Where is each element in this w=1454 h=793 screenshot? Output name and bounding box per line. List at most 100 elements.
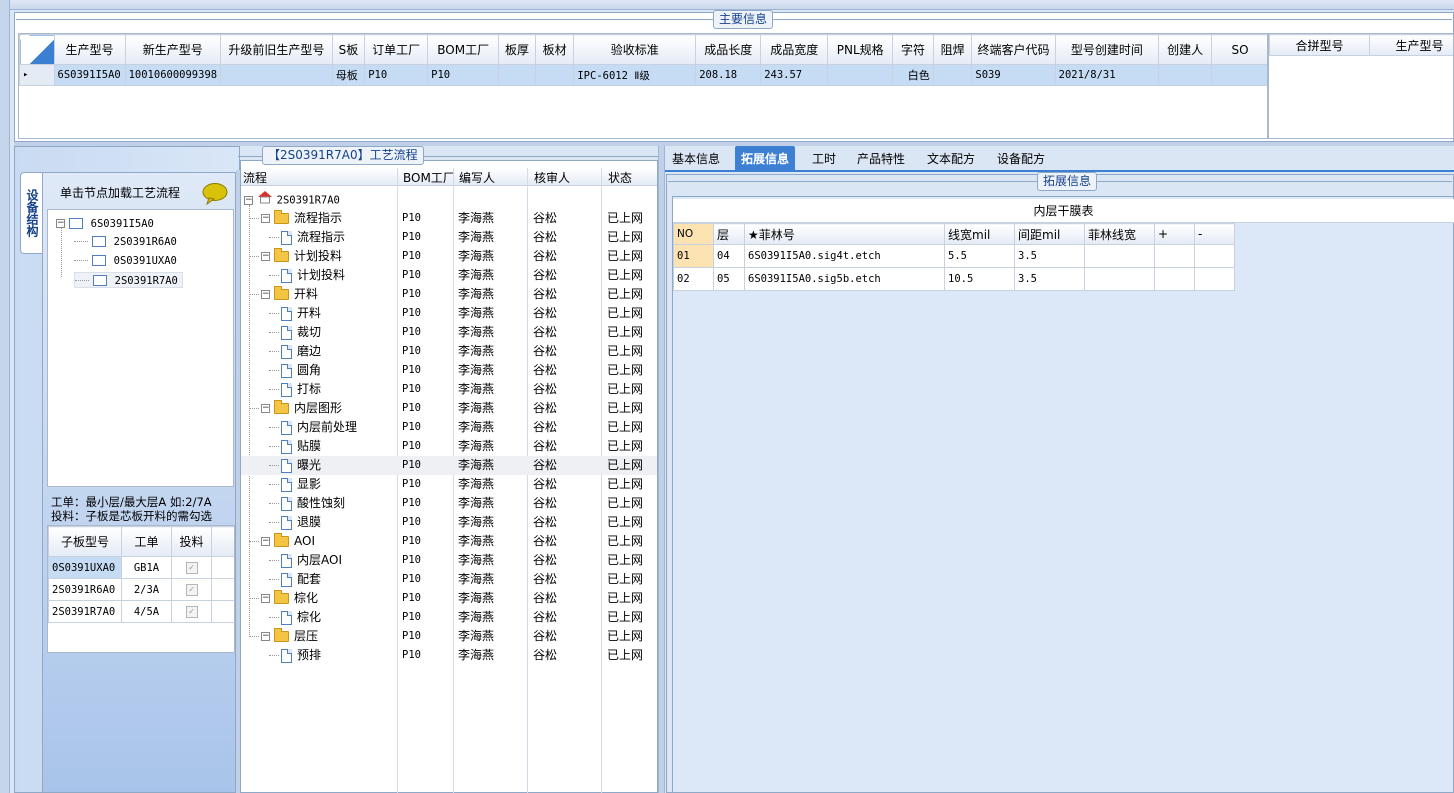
process-status-cell[interactable]: 已上网 xyxy=(607,456,643,475)
cell[interactable]: 2S0391R7A0 xyxy=(48,600,122,623)
process-status-cell[interactable]: 已上网 xyxy=(607,608,643,627)
process-writer-cell[interactable]: 李海燕 xyxy=(458,342,494,361)
cell[interactable]: 5.5 xyxy=(944,244,1015,268)
checkbox[interactable]: ✓ xyxy=(185,606,198,618)
process-status-cell[interactable]: 已上网 xyxy=(607,494,643,513)
cell[interactable]: 3.5 xyxy=(1014,244,1085,268)
collapse-icon[interactable]: − xyxy=(56,219,65,228)
process-bom-cell[interactable]: P10 xyxy=(402,627,421,646)
process-bom-cell[interactable]: P10 xyxy=(402,532,421,551)
col-header[interactable]: 合拼型号 xyxy=(1269,34,1370,56)
process-writer-cell[interactable]: 李海燕 xyxy=(458,380,494,399)
col-header[interactable]: 阻焊 xyxy=(932,34,973,65)
process-reviewer-cell[interactable]: 谷松 xyxy=(533,342,557,361)
process-reviewer-cell[interactable]: 谷松 xyxy=(533,570,557,589)
process-bom-cell[interactable]: P10 xyxy=(402,209,421,228)
col-header[interactable]: 创建人 xyxy=(1158,34,1212,65)
checkbox-cell[interactable]: ✓ xyxy=(171,600,212,623)
process-reviewer-cell[interactable]: 谷松 xyxy=(533,437,557,456)
table-row[interactable]: ▸ 6S0391I5A0 10010600099398 母板 P10 P10 I… xyxy=(19,64,1267,86)
tree-node-selected[interactable]: 2S0391R7A0 xyxy=(74,272,183,288)
process-reviewer-cell[interactable]: 谷松 xyxy=(533,608,557,627)
process-status-cell[interactable]: 已上网 xyxy=(607,342,643,361)
cell[interactable]: 05 xyxy=(713,267,745,291)
col-header[interactable]: 菲林线宽 xyxy=(1084,223,1155,245)
col-header[interactable]: 新生产型号 xyxy=(124,34,222,65)
process-status-cell[interactable]: 已上网 xyxy=(607,380,643,399)
process-writer-cell[interactable]: 李海燕 xyxy=(458,494,494,513)
process-reviewer-cell[interactable]: 谷松 xyxy=(533,285,557,304)
col-header[interactable]: 验收标准 xyxy=(573,34,697,65)
process-writer-cell[interactable]: 李海燕 xyxy=(458,608,494,627)
cell[interactable]: IPC-6012 Ⅱ级 xyxy=(573,64,697,86)
process-reviewer-cell[interactable]: 谷松 xyxy=(533,418,557,437)
process-writer-cell[interactable]: 李海燕 xyxy=(458,228,494,247)
cell[interactable]: 4/5A xyxy=(121,600,172,623)
process-bom-cell[interactable]: P10 xyxy=(402,589,421,608)
tab-work-hours[interactable]: 工时 xyxy=(806,146,842,172)
table-row[interactable]: 2S0391R7A0 4/5A ✓ xyxy=(48,600,234,623)
cell[interactable]: 02 xyxy=(673,267,714,291)
process-writer-cell[interactable]: 李海燕 xyxy=(458,627,494,646)
col-header[interactable]: SO xyxy=(1211,34,1267,65)
cell[interactable] xyxy=(1084,267,1155,291)
col-header[interactable]: 生产型号 xyxy=(53,34,126,65)
process-writer-cell[interactable]: 李海燕 xyxy=(458,285,494,304)
process-root-row[interactable]: − 2S0391R7A0 xyxy=(244,190,340,209)
checkbox-cell[interactable]: ✓ xyxy=(171,578,212,601)
process-bom-cell[interactable]: P10 xyxy=(402,304,421,323)
process-status-cell[interactable]: 已上网 xyxy=(607,361,643,380)
process-row[interactable]: − 计划投料 P10 李海燕 谷松 已上网 xyxy=(241,247,657,266)
checkbox[interactable]: ✓ xyxy=(185,562,198,574)
process-row[interactable]: − 内层图形 P10 李海燕 谷松 已上网 xyxy=(241,399,657,418)
cell[interactable]: GB1A xyxy=(121,556,172,579)
process-row[interactable]: 流程指示 P10 李海燕 谷松 已上网 xyxy=(241,228,657,247)
cell[interactable] xyxy=(1154,244,1195,268)
col-header[interactable]: BOM工厂 xyxy=(427,34,500,65)
collapse-icon[interactable]: − xyxy=(261,632,270,641)
process-bom-cell[interactable]: P10 xyxy=(402,399,421,418)
tab-text-recipe[interactable]: 文本配方 xyxy=(921,146,981,172)
process-bom-cell[interactable]: P10 xyxy=(402,228,421,247)
cell[interactable]: 01 xyxy=(673,244,714,268)
cell[interactable] xyxy=(1154,267,1195,291)
process-bom-cell[interactable]: P10 xyxy=(402,513,421,532)
process-row[interactable]: − 层压 P10 李海燕 谷松 已上网 xyxy=(241,627,657,646)
process-status-cell[interactable]: 已上网 xyxy=(607,570,643,589)
cell[interactable]: P10 xyxy=(427,64,500,86)
cell[interactable]: 6S0391I5A0.sig4t.etch xyxy=(744,244,945,268)
cell[interactable]: 10.5 xyxy=(944,267,1015,291)
process-row[interactable]: − AOI P10 李海燕 谷松 已上网 xyxy=(241,532,657,551)
cell[interactable]: P10 xyxy=(364,64,429,86)
vertical-tab-device-structure[interactable]: 设备结构 xyxy=(20,172,42,254)
process-reviewer-cell[interactable]: 谷松 xyxy=(533,380,557,399)
process-status-cell[interactable]: 已上网 xyxy=(607,646,643,665)
cell[interactable]: 04 xyxy=(713,244,745,268)
process-status-cell[interactable]: 已上网 xyxy=(607,418,643,437)
cell[interactable]: 白色 xyxy=(892,64,934,86)
process-row[interactable]: − 棕化 P10 李海燕 谷松 已上网 xyxy=(241,589,657,608)
process-status-cell[interactable]: 已上网 xyxy=(607,285,643,304)
process-row[interactable]: 圆角 P10 李海燕 谷松 已上网 xyxy=(241,361,657,380)
process-reviewer-cell[interactable]: 谷松 xyxy=(533,627,557,646)
tab-extended-info[interactable]: 拓展信息 xyxy=(735,146,796,172)
process-status-cell[interactable]: 已上网 xyxy=(607,209,643,228)
col-header[interactable]: 投料 xyxy=(171,526,212,557)
tree-node[interactable]: 2S0391R6A0 xyxy=(74,234,177,248)
process-writer-cell[interactable]: 李海燕 xyxy=(458,437,494,456)
process-bom-cell[interactable]: P10 xyxy=(402,456,421,475)
process-row[interactable]: 贴膜 P10 李海燕 谷松 已上网 xyxy=(241,437,657,456)
process-bom-cell[interactable]: P10 xyxy=(402,494,421,513)
col-header[interactable]: - xyxy=(1194,223,1235,245)
process-writer-cell[interactable]: 李海燕 xyxy=(458,304,494,323)
cell[interactable]: 6S0391I5A0 xyxy=(53,64,126,86)
process-row[interactable]: 显影 P10 李海燕 谷松 已上网 xyxy=(241,475,657,494)
col-header[interactable]: NO xyxy=(673,223,714,245)
cell[interactable]: 母板 xyxy=(331,64,366,86)
cell[interactable]: S039 xyxy=(971,64,1056,86)
process-writer-cell[interactable]: 李海燕 xyxy=(458,475,494,494)
table-row[interactable]: 02 05 6S0391I5A0.sig5b.etch 10.5 3.5 xyxy=(673,267,1235,291)
process-status-cell[interactable]: 已上网 xyxy=(607,551,643,570)
process-reviewer-cell[interactable]: 谷松 xyxy=(533,247,557,266)
cell[interactable] xyxy=(1084,244,1155,268)
